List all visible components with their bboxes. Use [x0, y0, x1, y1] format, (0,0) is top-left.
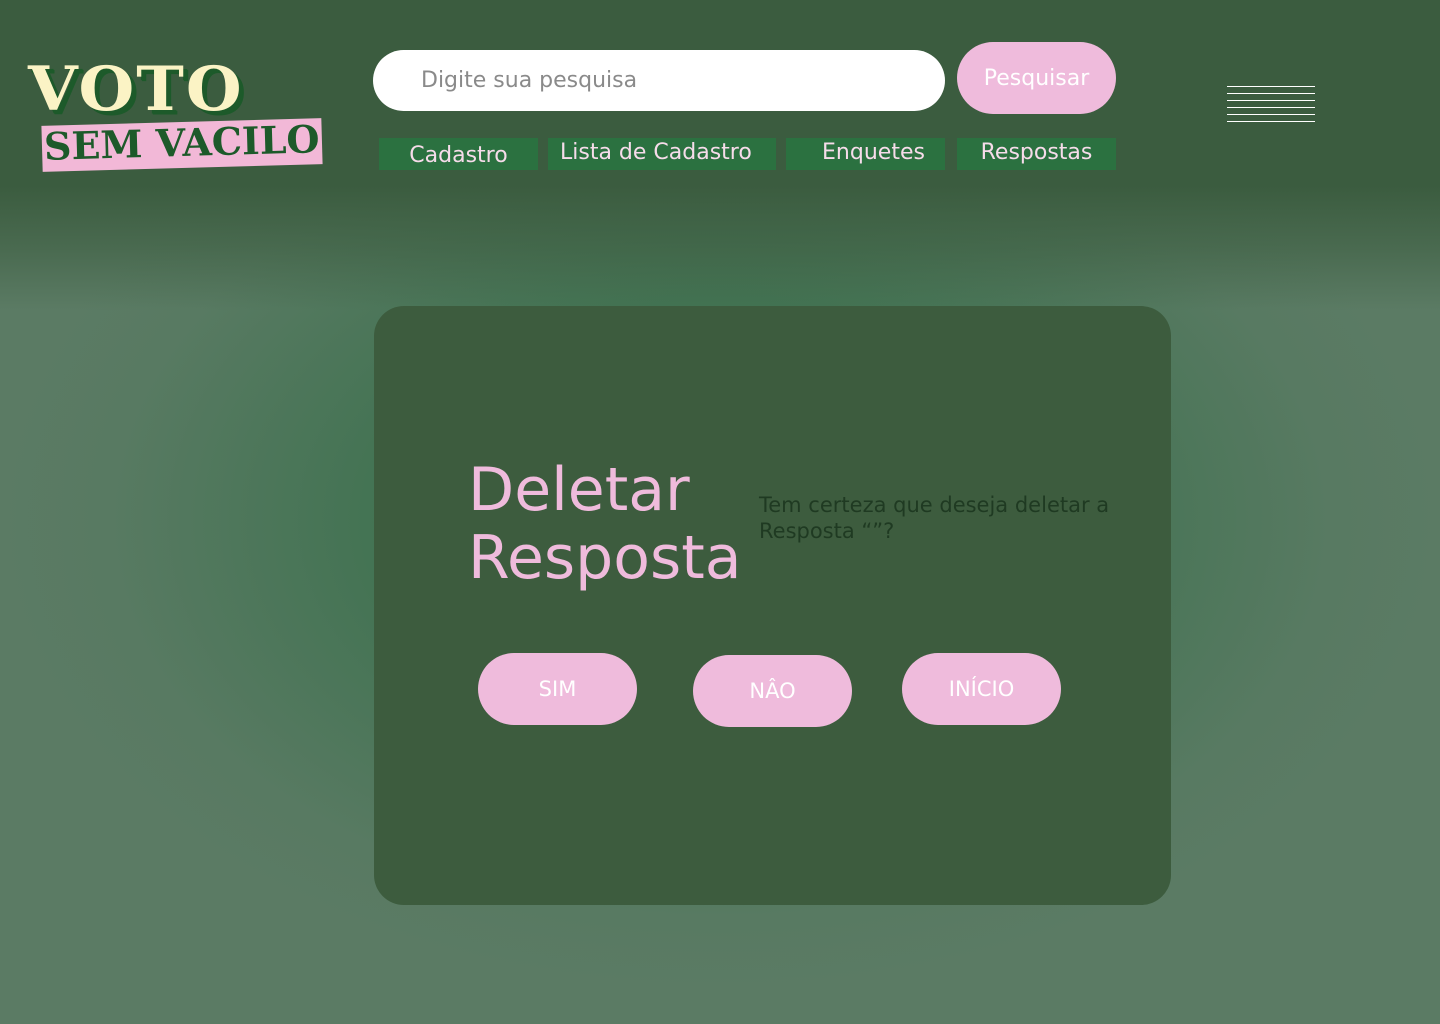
nav-item-enquetes[interactable]: Enquetes [786, 138, 945, 170]
menu-line [1227, 93, 1315, 94]
menu-line [1227, 86, 1315, 87]
delete-dialog-card [374, 306, 1171, 905]
home-button[interactable]: INÍCIO [902, 653, 1061, 725]
nav-item-lista-de-cadastro[interactable]: Lista de Cadastro [548, 138, 776, 170]
menu-line [1227, 114, 1315, 115]
menu-line [1227, 107, 1315, 108]
menu-line [1227, 100, 1315, 101]
nav-item-cadastro[interactable]: Cadastro [379, 138, 538, 170]
nav-item-respostas[interactable]: Respostas [957, 138, 1116, 170]
dialog-title: Deletar Resposta [468, 455, 742, 593]
search-button[interactable]: Pesquisar [957, 42, 1116, 114]
dialog-message: Tem certeza que deseja deletar a Respost… [759, 493, 1110, 543]
site-logo[interactable]: VOTO SEM VACILO [26, 58, 326, 173]
hamburger-menu-icon[interactable] [1227, 86, 1315, 124]
search-input[interactable] [373, 50, 945, 111]
confirm-no-button[interactable]: NÂO [693, 655, 852, 727]
menu-line [1227, 121, 1315, 122]
logo-text-sem-vacilo: SEM VACILO [43, 116, 321, 169]
confirm-yes-button[interactable]: SIM [478, 653, 637, 725]
logo-text-voto: VOTO [28, 53, 244, 126]
